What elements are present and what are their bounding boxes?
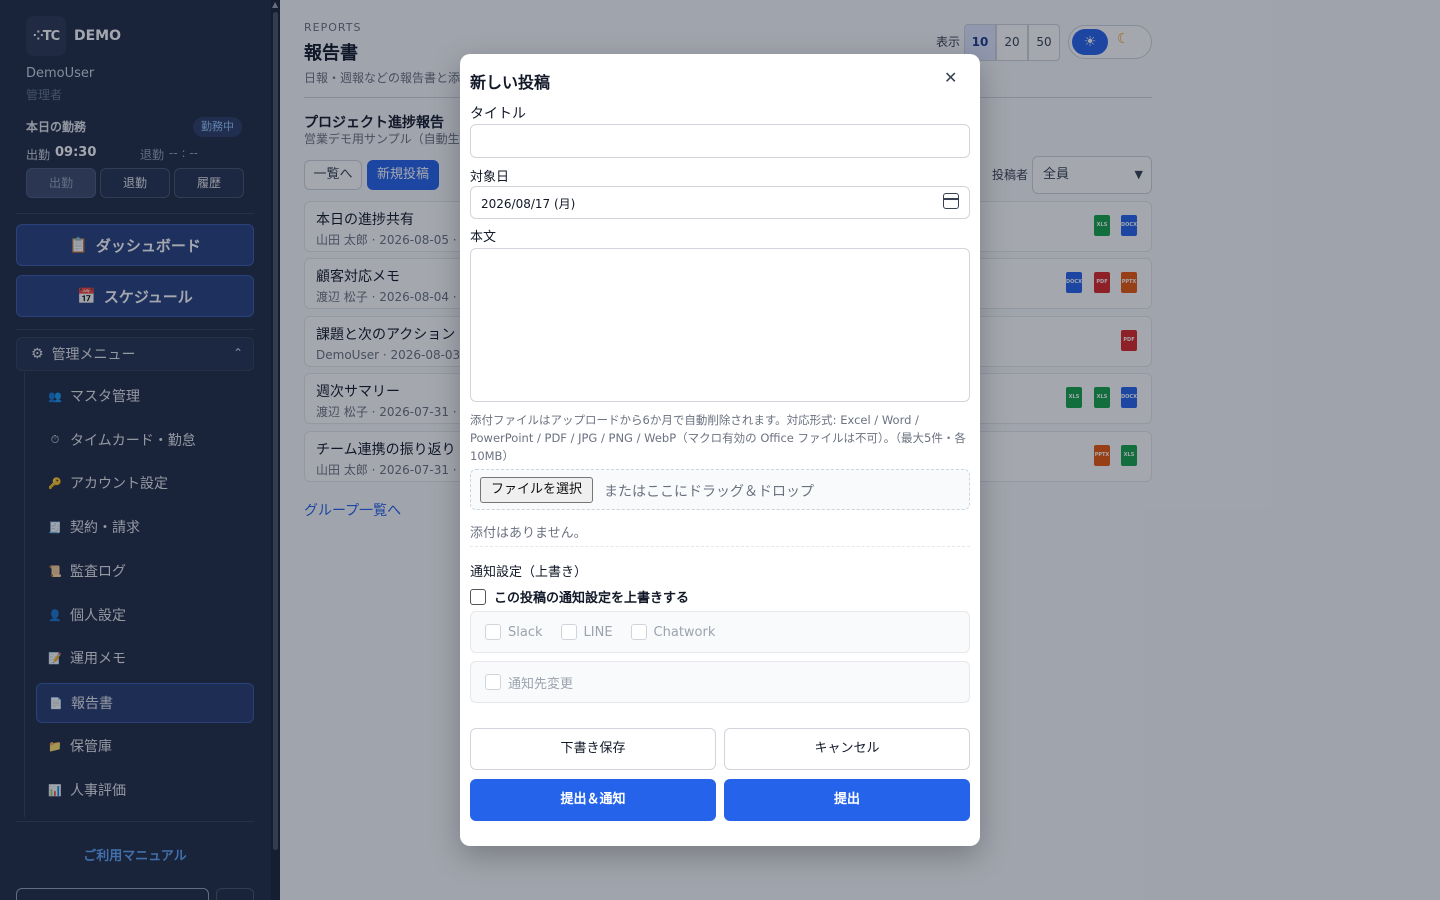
date-input[interactable]: 2026/08/17 (月) [470,186,970,219]
title-input[interactable] [470,124,970,158]
override-notification-row[interactable]: この投稿の通知設定を上書きする [470,587,689,606]
slack-checkbox[interactable] [485,624,501,640]
date-value: 2026/08/17 (月) [481,197,576,211]
file-dropzone[interactable]: ファイルを選択 またはここにドラッグ＆ドロップ [470,469,970,510]
line-option[interactable]: LINE [560,624,613,640]
divider [470,546,970,547]
override-notification-checkbox[interactable] [470,588,486,605]
recipient-change-label: 通知先変更 [508,676,574,692]
line-checkbox[interactable] [560,624,577,640]
submit-button[interactable]: 提出 [724,779,970,821]
recipient-panel: 通知先変更 [470,661,970,703]
line-label: LINE [583,624,613,640]
submit-and-notify-button[interactable]: 提出＆通知 [470,779,716,821]
slack-label: Slack [508,624,543,640]
title-label: タイトル [470,106,526,122]
recipient-change-option[interactable]: 通知先変更 [485,673,573,692]
notification-title: 通知設定（上書き） [470,565,588,580]
body-label: 本文 [470,230,497,245]
date-label: 対象日 [470,170,510,185]
dropzone-text: またはここにドラッグ＆ドロップ [604,484,814,500]
close-icon[interactable]: ✕ [944,68,957,87]
chatwork-label: Chatwork [653,624,716,640]
recipient-change-checkbox[interactable] [485,674,501,690]
override-notification-label: この投稿の通知設定を上書きする [494,591,690,606]
choose-file-button[interactable]: ファイルを選択 [480,477,594,503]
slack-option[interactable]: Slack [485,624,543,640]
new-post-modal: 新しい投稿 ✕ タイトル 対象日 2026/08/17 (月) 本文 添付ファイ… [460,54,980,846]
modal-title: 新しい投稿 [470,73,551,92]
attachment-help-text: 添付ファイルはアップロードから6か月で自動削除されます。対応形式: Excel … [470,413,966,463]
no-attachment-text: 添付はありません。 [470,526,587,541]
body-textarea[interactable] [470,248,970,402]
cancel-button[interactable]: キャンセル [724,728,970,770]
save-draft-button[interactable]: 下書き保存 [470,728,716,770]
chatwork-option[interactable]: Chatwork [630,624,716,640]
channel-panel: Slack LINE Chatwork [470,611,970,653]
calendar-icon[interactable] [943,193,959,209]
chatwork-checkbox[interactable] [630,624,647,640]
